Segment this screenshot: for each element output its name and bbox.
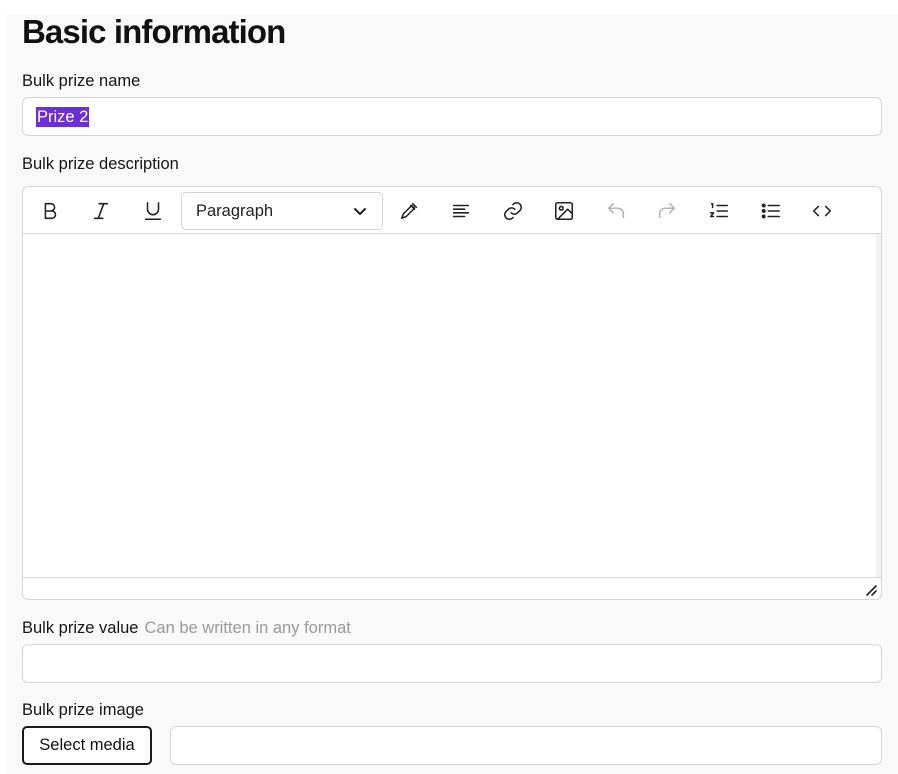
chevron-down-icon bbox=[352, 203, 368, 219]
code-icon bbox=[812, 205, 832, 217]
align-button[interactable] bbox=[447, 197, 475, 225]
italic-button[interactable] bbox=[87, 197, 115, 225]
underline-icon bbox=[144, 201, 162, 221]
editor-status-bar bbox=[23, 577, 881, 599]
prize-name-label: Bulk prize name bbox=[22, 72, 141, 90]
undo-button[interactable] bbox=[602, 197, 630, 225]
prize-name-input[interactable]: Prize 2 bbox=[22, 97, 882, 136]
redo-icon bbox=[658, 202, 676, 219]
block-format-select[interactable]: Paragraph bbox=[181, 192, 383, 230]
prize-image-label: Bulk prize image bbox=[22, 701, 144, 719]
prize-description-label: Bulk prize description bbox=[22, 155, 179, 173]
ordered-list-icon bbox=[709, 202, 729, 218]
prize-name-value: Prize 2 bbox=[36, 107, 90, 127]
prize-value-hint: Can be written in any format bbox=[144, 619, 351, 637]
text-color-button[interactable] bbox=[395, 197, 423, 225]
unordered-list-icon bbox=[761, 203, 781, 219]
description-editor-area[interactable] bbox=[23, 234, 876, 577]
brush-icon bbox=[400, 202, 418, 220]
prize-value-label: Bulk prize value Can be written in any fo… bbox=[22, 619, 351, 638]
prize-value-label-text: Bulk prize value bbox=[22, 619, 139, 637]
bold-button[interactable] bbox=[36, 197, 64, 225]
source-code-button[interactable] bbox=[808, 197, 836, 225]
image-icon bbox=[554, 201, 574, 221]
underline-button[interactable] bbox=[139, 197, 167, 225]
page-title: Basic information bbox=[22, 13, 286, 50]
redo-button[interactable] bbox=[653, 197, 681, 225]
undo-icon bbox=[607, 202, 625, 219]
insert-image-button[interactable] bbox=[550, 197, 578, 225]
bold-icon bbox=[44, 202, 57, 220]
select-media-button[interactable]: Select media bbox=[22, 726, 152, 765]
prize-image-path-input[interactable] bbox=[170, 726, 882, 765]
unordered-list-button[interactable] bbox=[757, 197, 785, 225]
ordered-list-button[interactable] bbox=[705, 197, 733, 225]
rich-text-editor: Paragraph bbox=[22, 186, 882, 600]
resize-handle-icon[interactable] bbox=[865, 583, 877, 596]
editor-toolbar: Paragraph bbox=[23, 187, 881, 234]
link-button[interactable] bbox=[499, 197, 527, 225]
prize-value-input[interactable] bbox=[22, 644, 882, 683]
link-icon bbox=[503, 201, 523, 221]
align-left-icon bbox=[452, 204, 470, 218]
editor-scrollbar[interactable] bbox=[876, 234, 881, 577]
block-format-value: Paragraph bbox=[196, 202, 274, 220]
italic-icon bbox=[93, 202, 109, 220]
